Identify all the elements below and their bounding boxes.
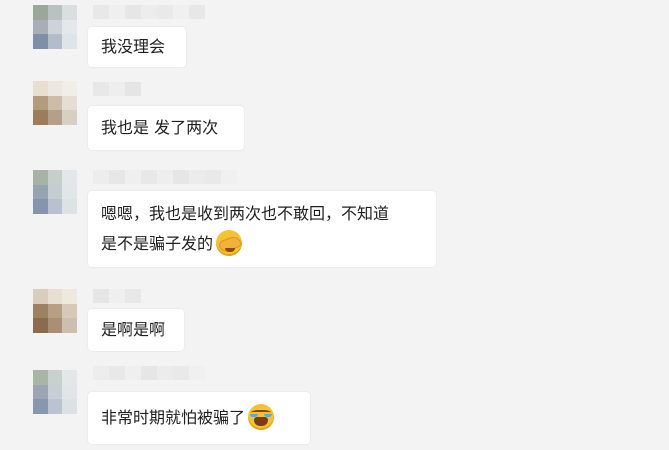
chat-transcript: 我没理会 我也是 发了两次 嗯嗯，我也是收到两次也不敢回，不知道 是不是骗子发的…: [0, 0, 669, 450]
message-text: 嗯嗯，我也是收到两次也不敢回，不知道: [101, 204, 390, 223]
sender-name-blurred: [93, 170, 237, 184]
sender-name-blurred: [93, 366, 205, 380]
avatar[interactable]: [33, 5, 77, 49]
message-bubble[interactable]: 非常时期就怕被骗了: [88, 392, 310, 444]
sender-name-blurred: [93, 5, 205, 19]
avatar[interactable]: [33, 289, 77, 333]
message-bubble[interactable]: 我也是 发了两次: [88, 106, 244, 150]
sender-name-blurred: [93, 82, 141, 96]
message-text: 我也是 发了两次: [101, 118, 219, 137]
facepalm-face-icon: [216, 229, 243, 256]
message-bubble[interactable]: 我没理会: [88, 27, 186, 67]
message-bubble[interactable]: 嗯嗯，我也是收到两次也不敢回，不知道 是不是骗子发的: [88, 191, 436, 267]
message-text: 我没理会: [101, 37, 166, 56]
avatar[interactable]: [33, 81, 77, 125]
message-text: 是不是骗子发的: [101, 234, 214, 253]
message-text-line-2: 是不是骗子发的: [101, 229, 423, 259]
message-bubble[interactable]: 是啊是啊: [88, 309, 184, 351]
message-text: 是啊是啊: [101, 320, 166, 339]
sender-name-blurred: [93, 289, 141, 303]
avatar[interactable]: [33, 170, 77, 214]
message-text-line: 非常时期就怕被骗了: [101, 392, 297, 444]
avatar[interactable]: [33, 370, 77, 414]
crying-face-icon: [248, 403, 275, 430]
message-text: 非常时期就怕被骗了: [101, 408, 246, 427]
